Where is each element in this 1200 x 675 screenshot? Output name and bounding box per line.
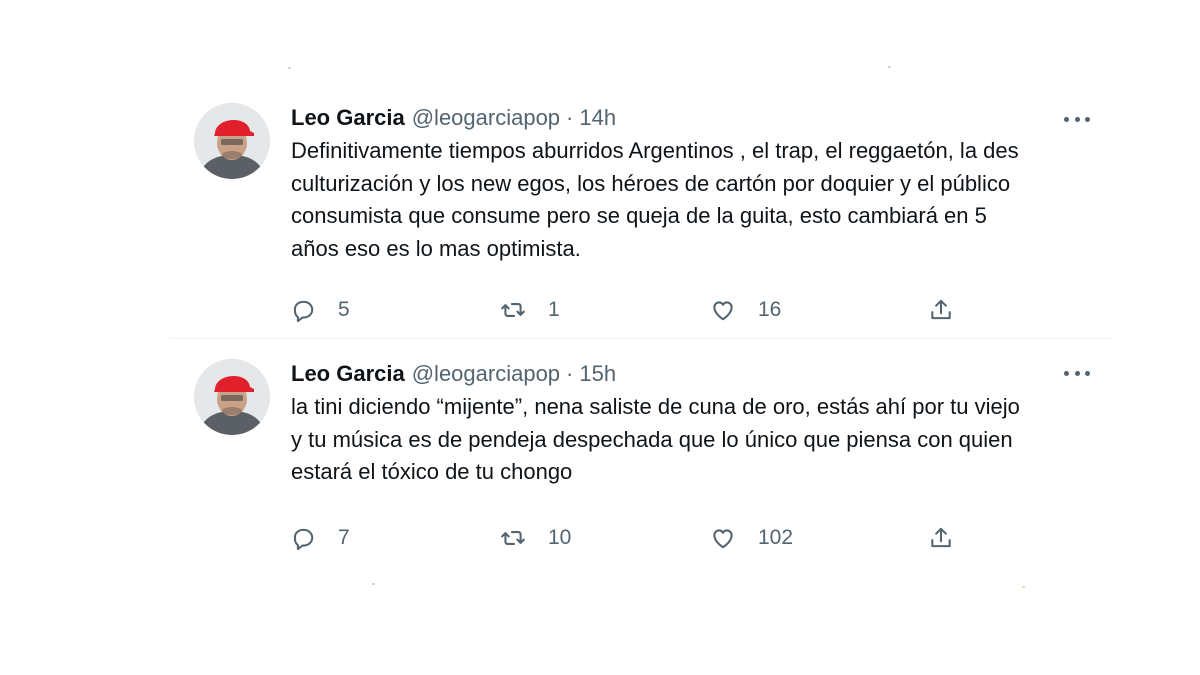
more-dot: [1074, 370, 1080, 376]
author-name[interactable]: Leo Garcia: [291, 103, 405, 133]
tweet-actions: 5 1 16: [291, 295, 1101, 325]
retweet-icon: [501, 530, 525, 545]
timestamp[interactable]: 14h: [579, 103, 616, 133]
like-button[interactable]: 16: [710, 297, 928, 323]
retweet-count: 10: [548, 525, 572, 549]
like-count: 16: [758, 298, 782, 321]
avatar[interactable]: [194, 103, 270, 179]
more-dot: [1074, 116, 1080, 122]
tweet-text: Definitivamente tiempos aburridos Argent…: [291, 138, 1019, 261]
reply-count: 7: [338, 525, 350, 549]
tweet-actions: 7 10 102: [291, 523, 1101, 553]
reply-button[interactable]: 5: [290, 297, 500, 323]
share-icon: [931, 299, 951, 320]
timestamp[interactable]: 15h: [579, 359, 616, 389]
background-speck: [288, 67, 291, 69]
share-button[interactable]: [928, 525, 954, 551]
more-dot: [1085, 370, 1090, 376]
background-speck: [1022, 586, 1025, 588]
more-options-button[interactable]: [1064, 109, 1090, 129]
tweet-text: la tini diciendo “mijente”, nena saliste…: [291, 394, 1020, 484]
retweet-button[interactable]: 10: [500, 525, 710, 551]
share-button[interactable]: [928, 297, 954, 323]
author-handle[interactable]: @leogarciapop: [412, 103, 560, 133]
background-speck: [372, 583, 375, 585]
tweet-feed: Leo Garcia @leogarciapop · 14h Definitiv…: [170, 85, 1112, 557]
more-options-button[interactable]: [1064, 363, 1090, 383]
heart-icon: [713, 301, 733, 321]
tweet-header: Leo Garcia @leogarciapop · 14h: [291, 103, 1101, 133]
heart-icon: [713, 528, 733, 548]
author-handle[interactable]: @leogarciapop: [412, 359, 560, 389]
reply-count: 5: [338, 298, 350, 321]
tweet[interactable]: Leo Garcia @leogarciapop · 14h Definitiv…: [170, 85, 1112, 339]
retweet-count: 1: [548, 298, 560, 321]
separator-dot: ·: [566, 105, 574, 130]
like-count: 102: [758, 525, 794, 549]
tweet-header: Leo Garcia @leogarciapop · 15h: [291, 359, 1101, 389]
more-horizontal-icon: [1064, 370, 1069, 376]
more-dot: [1085, 116, 1090, 122]
tweet[interactable]: Leo Garcia @leogarciapop · 15h la tini d…: [170, 339, 1112, 557]
reply-bubble-icon: [293, 300, 314, 323]
author-name[interactable]: Leo Garcia: [291, 359, 405, 389]
retweet-icon: [501, 303, 525, 317]
like-button[interactable]: 102: [710, 525, 928, 551]
share-icon: [931, 527, 951, 547]
reply-button[interactable]: 7: [290, 525, 500, 551]
separator-dot: ·: [566, 361, 574, 386]
background-speck: [888, 66, 891, 68]
avatar[interactable]: [194, 359, 270, 435]
reply-bubble-icon: [293, 528, 314, 550]
retweet-button[interactable]: 1: [500, 297, 710, 323]
more-horizontal-icon: [1064, 116, 1069, 122]
